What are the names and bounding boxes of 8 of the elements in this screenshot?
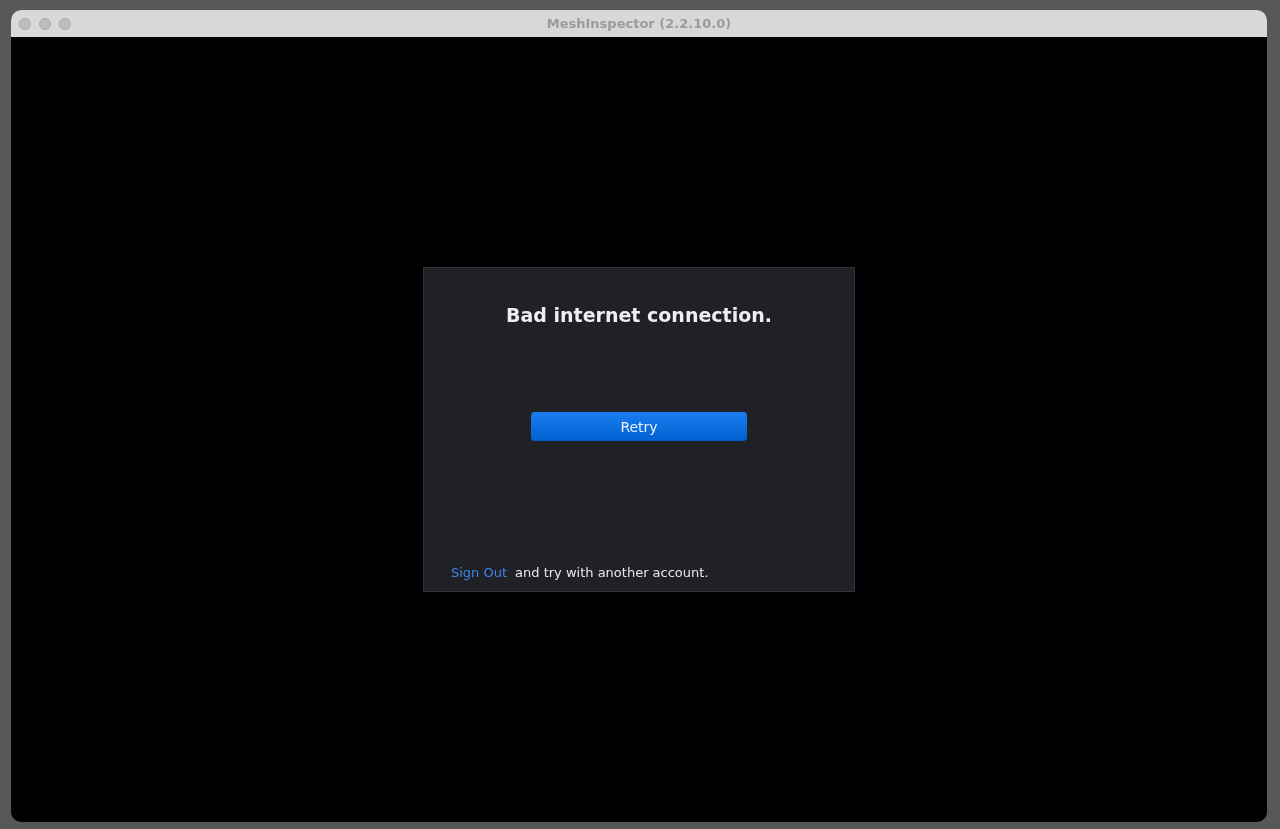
footer-text: and try with another account. bbox=[515, 565, 709, 580]
sign-out-link[interactable]: Sign Out bbox=[451, 565, 508, 580]
window-title: MeshInspector (2.2.10.0) bbox=[546, 16, 732, 31]
close-button[interactable] bbox=[19, 18, 31, 30]
retry-button[interactable]: Retry bbox=[531, 412, 747, 441]
error-message: Bad internet connection. bbox=[506, 304, 772, 326]
maximize-button[interactable] bbox=[59, 18, 71, 30]
minimize-button[interactable] bbox=[39, 18, 51, 30]
